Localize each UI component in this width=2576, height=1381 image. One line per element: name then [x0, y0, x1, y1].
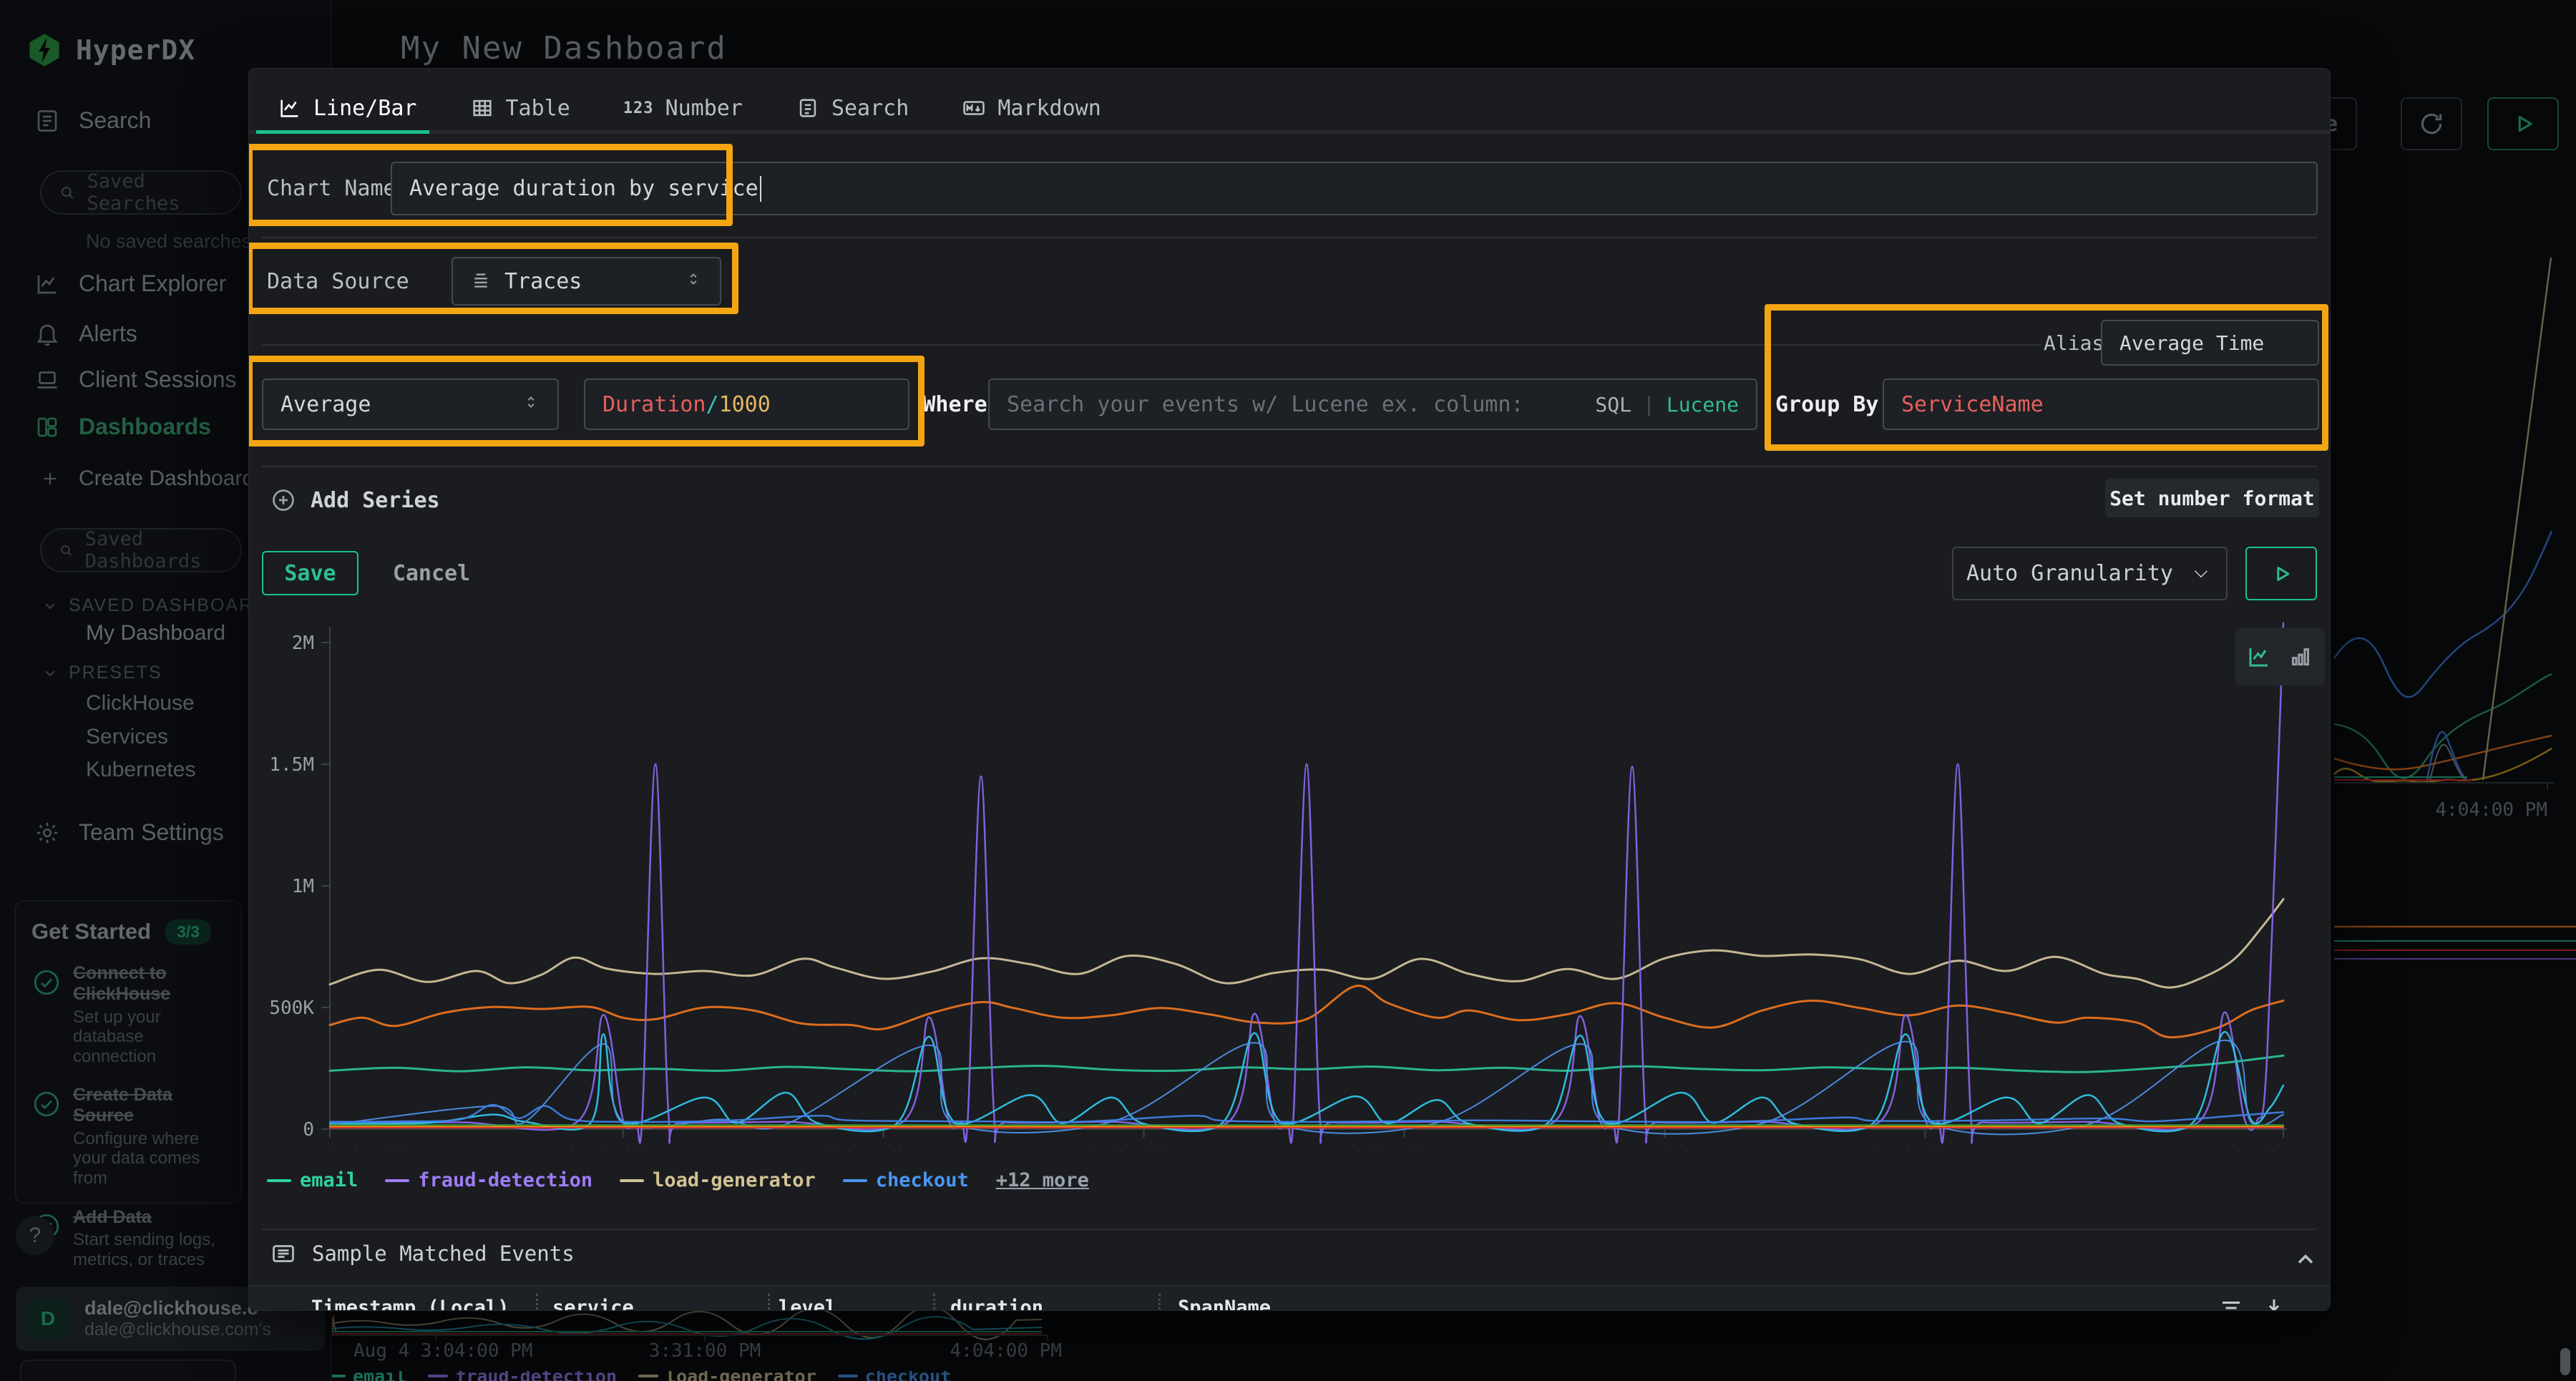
- chart-type-tabs: Line/Bar Table 123 Number Search Markdow…: [278, 87, 1101, 130]
- text-cursor: [760, 176, 761, 202]
- sample-events-header: Sample Matched Events: [270, 1241, 575, 1267]
- x-tick-label: 3:45:00 PM: [1609, 1143, 1721, 1146]
- column-separator[interactable]: [1158, 1294, 1161, 1311]
- x-tick-label: 3:13:00 PM: [567, 1143, 679, 1146]
- tab-line-bar[interactable]: Line/Bar: [278, 96, 417, 121]
- filter-icon: [2218, 1295, 2244, 1311]
- run-chart-button[interactable]: [2245, 547, 2317, 600]
- y-tick-label: 1.5M: [269, 754, 314, 776]
- y-tick-label: 2M: [292, 633, 314, 654]
- circle-plus-icon: [270, 487, 296, 513]
- divider: [262, 466, 2318, 467]
- tab-markdown[interactable]: Markdown: [962, 96, 1101, 121]
- tab-underline-active: [256, 130, 429, 134]
- column-separator[interactable]: [768, 1294, 770, 1311]
- group-by-input[interactable]: ServiceName: [1883, 379, 2319, 430]
- play-icon: [2269, 562, 2293, 586]
- divider: [262, 237, 2318, 238]
- where-label: Where: [922, 379, 988, 430]
- field-expression-input[interactable]: Duration/1000: [584, 379, 909, 430]
- list-icon: [270, 1241, 296, 1267]
- app-root: My New Dashboard Save: [0, 0, 2576, 1381]
- select-updown-icon: [522, 392, 540, 417]
- legend-item-fraud-detection[interactable]: fraud-detection: [385, 1169, 592, 1191]
- x-tick-label: 3:53:00 PM: [1869, 1143, 1981, 1146]
- line-chart-icon: [278, 96, 302, 120]
- chart-name-label: Chart Name: [267, 162, 396, 215]
- column-separator[interactable]: [536, 1294, 538, 1311]
- chart-axes: [330, 627, 2287, 1129]
- document-icon: [796, 96, 820, 120]
- chart-legend: email fraud-detection load-generator che…: [267, 1169, 1089, 1191]
- column-separator[interactable]: [933, 1294, 935, 1311]
- save-button[interactable]: Save: [262, 551, 358, 595]
- y-tick-label: 500K: [269, 997, 314, 1019]
- y-tick-label: 0: [303, 1119, 314, 1141]
- legend-more-link[interactable]: +12 more: [996, 1169, 1089, 1191]
- divider: [262, 1229, 2318, 1230]
- line-chart-icon[interactable]: [2246, 644, 2272, 670]
- series-line-load-generator: [330, 899, 2283, 987]
- alias-input[interactable]: Average Time: [2101, 320, 2319, 366]
- tab-search[interactable]: Search: [796, 96, 909, 121]
- series-line-unnamed: [330, 986, 2283, 1038]
- tab-underline-track: [249, 130, 2330, 134]
- main-chart: 2M 1.5M 1M 500K 0 Aug 4 3:04:00 PM 3:13:00 PM 3…: [249, 613, 2331, 1146]
- tab-table[interactable]: Table: [470, 96, 570, 121]
- legend-item-email[interactable]: email: [267, 1169, 358, 1191]
- column-header-spanname[interactable]: SpanName: [1178, 1297, 1271, 1311]
- x-tick-label: 3:37:00 PM: [1348, 1143, 1460, 1146]
- column-header-level[interactable]: level: [779, 1297, 836, 1311]
- column-header-timestamp[interactable]: Timestamp (Local): [311, 1297, 509, 1311]
- data-source-label: Data Source: [267, 257, 409, 306]
- chevron-up-icon: [2293, 1246, 2318, 1272]
- tab-number[interactable]: 123 Number: [623, 96, 743, 121]
- legend-item-load-generator[interactable]: load-generator: [620, 1169, 816, 1191]
- query-language-toggle[interactable]: SQL | Lucene: [1595, 393, 1739, 416]
- alias-label: Alias: [2044, 320, 2104, 366]
- group-by-label: Group By: [1775, 379, 1879, 430]
- download-button[interactable]: [2261, 1295, 2287, 1311]
- select-updown-icon: [684, 269, 703, 294]
- download-icon: [2261, 1295, 2287, 1311]
- where-placeholder: Search your events w/ Lucene ex. column:…: [1007, 392, 1522, 417]
- chart-display-toggle[interactable]: [2235, 628, 2325, 685]
- x-tick-label: Aug 4 3:04:00 PM: [260, 1143, 439, 1146]
- y-tick-label: 1M: [292, 876, 314, 897]
- table-icon: [470, 96, 494, 120]
- collapse-section-button[interactable]: [2293, 1246, 2318, 1272]
- database-icon: [470, 270, 492, 292]
- column-header-service[interactable]: service: [552, 1297, 634, 1311]
- cancel-button[interactable]: Cancel: [389, 551, 474, 595]
- series-line-fraud-detection: [330, 623, 2283, 1143]
- column-header-duration[interactable]: duration: [950, 1297, 1043, 1311]
- markdown-icon: [962, 96, 986, 120]
- x-tick-label: 3:29:00 PM: [1088, 1143, 1200, 1146]
- divider: [262, 344, 2041, 346]
- set-number-format-button[interactable]: Set number format: [2105, 479, 2319, 517]
- series-line-email: [330, 1055, 2283, 1072]
- legend-item-checkout[interactable]: checkout: [843, 1169, 969, 1191]
- x-tick-label: 3:21:00 PM: [827, 1143, 940, 1146]
- bar-chart-icon[interactable]: [2288, 644, 2313, 670]
- filter-columns-button[interactable]: [2218, 1295, 2244, 1311]
- aggregation-select[interactable]: Average: [262, 379, 559, 430]
- chevron-down-icon: [2189, 562, 2213, 586]
- 123-icon: 123: [623, 99, 654, 117]
- chart-name-input[interactable]: Average duration by service: [391, 162, 2318, 215]
- data-source-select[interactable]: Traces: [452, 257, 721, 306]
- sample-events-table-header: Timestamp (Local) service level duration…: [249, 1285, 2330, 1311]
- x-tick-label: 4:04:00 PM: [2205, 1143, 2318, 1146]
- granularity-select[interactable]: Auto Granularity: [1952, 547, 2228, 600]
- add-series-button[interactable]: Add Series: [270, 482, 440, 518]
- edit-chart-modal: Line/Bar Table 123 Number Search Markdow…: [248, 68, 2331, 1311]
- where-search-input[interactable]: Search your events w/ Lucene ex. column:…: [988, 379, 1757, 430]
